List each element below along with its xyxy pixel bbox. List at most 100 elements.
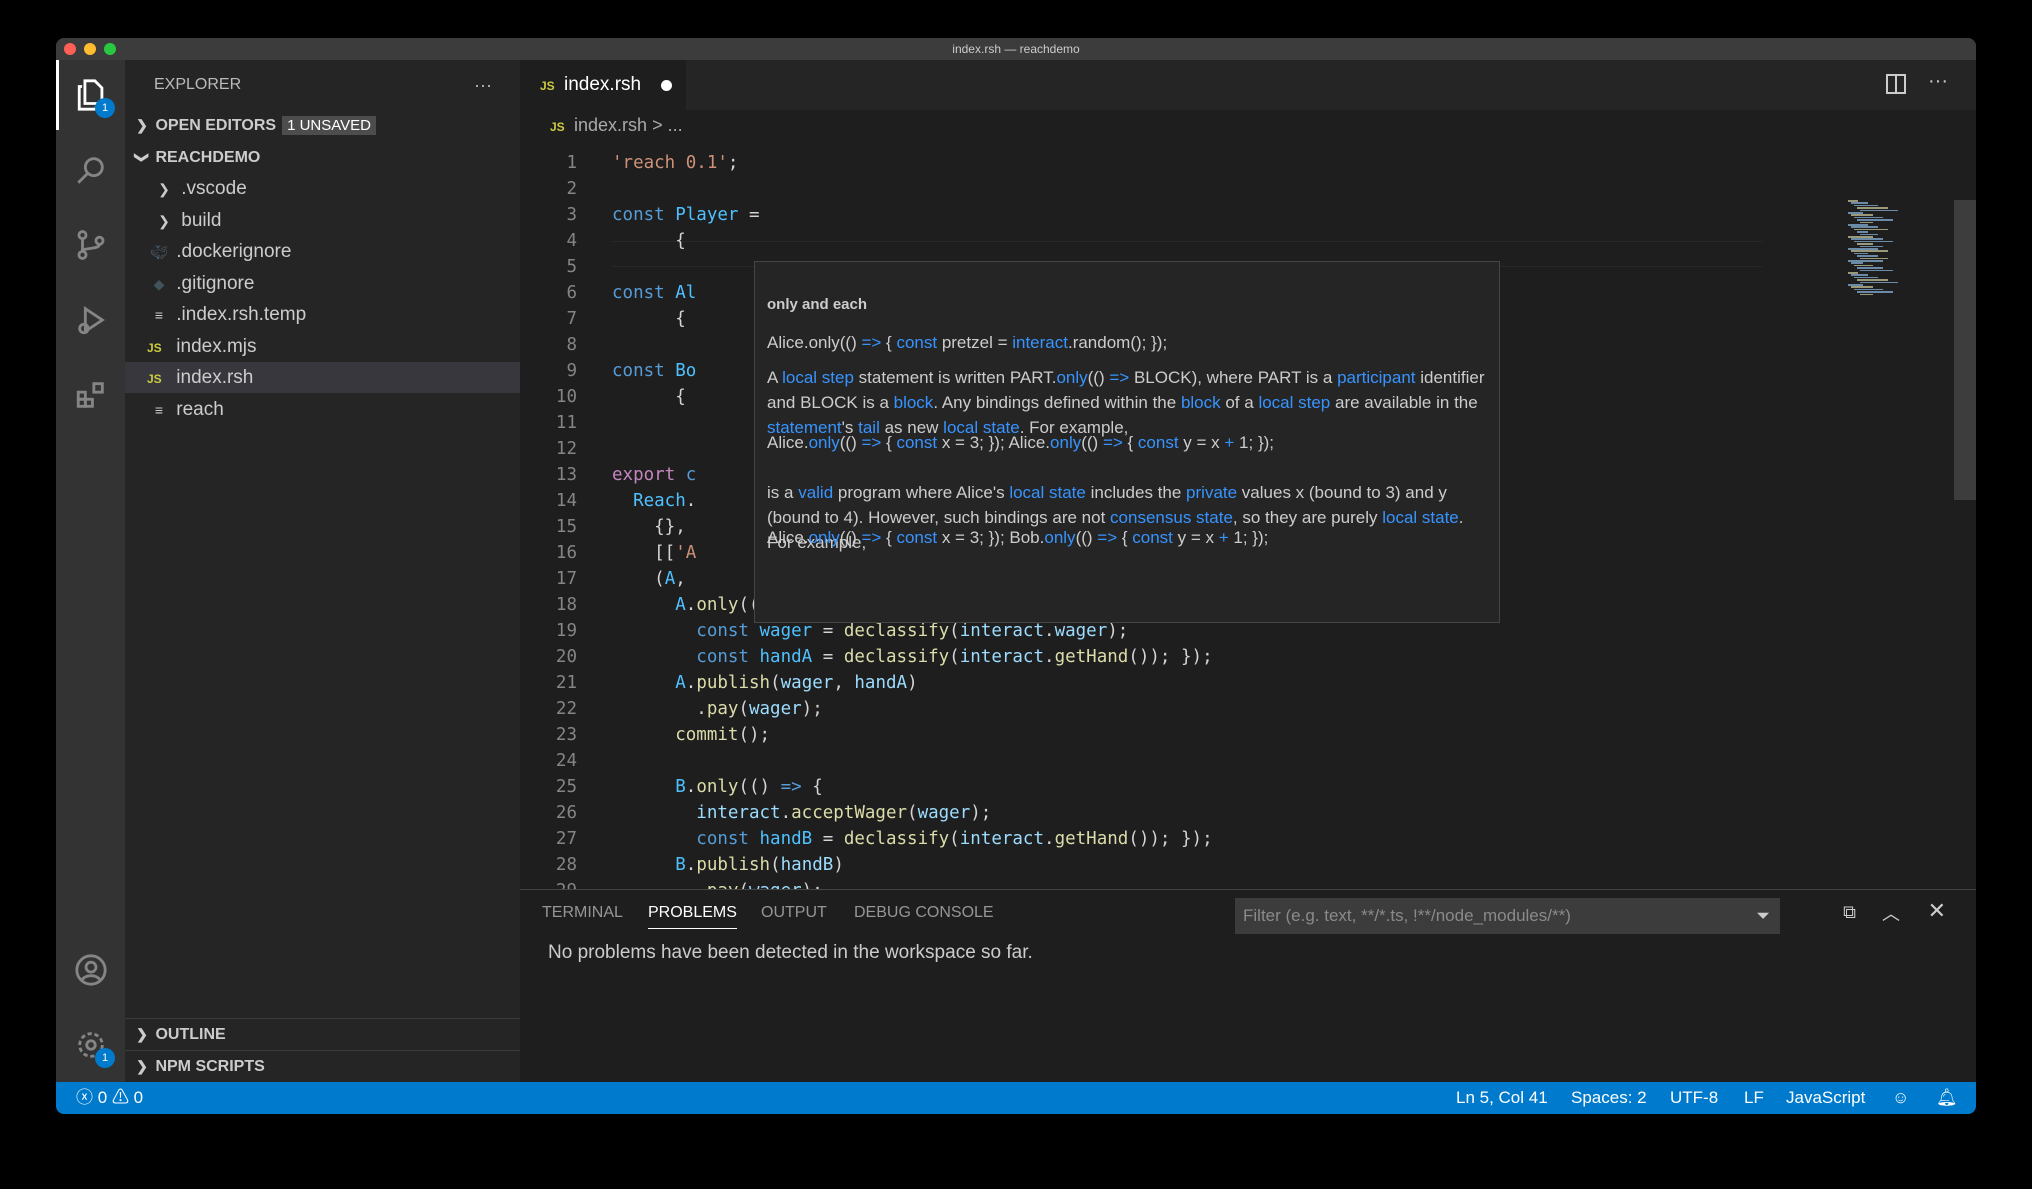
collapse-all-icon[interactable]: ⧉ <box>1843 902 1856 923</box>
line-number: 7 <box>566 309 577 329</box>
minimap[interactable] <box>1844 200 1954 300</box>
doc-link[interactable]: => <box>1109 368 1129 387</box>
doc-link[interactable]: const <box>896 433 937 452</box>
maximize-window-button[interactable] <box>104 43 116 55</box>
unsaved-dot-icon[interactable] <box>661 80 672 91</box>
doc-link[interactable]: participant <box>1337 368 1415 387</box>
settings-gear-icon[interactable]: 1 <box>56 1010 125 1080</box>
file-item[interactable]: JS index.rsh <box>125 362 520 393</box>
line-text: const Al <box>612 280 696 306</box>
close-panel-icon[interactable]: ✕ <box>1928 898 1946 924</box>
encoding[interactable]: UTF-8 <box>1670 1082 1718 1114</box>
doc-link[interactable]: => <box>1103 433 1123 452</box>
feedback-icon[interactable]: ☺ <box>1892 1082 1909 1114</box>
code-token: only <box>696 777 739 797</box>
file-item[interactable]: ❯ .vscode <box>125 173 520 204</box>
cursor-position[interactable]: Ln 5, Col 41 <box>1456 1082 1548 1114</box>
doc-link[interactable]: const <box>1138 433 1179 452</box>
editor-scrollbar[interactable] <box>1954 200 1976 500</box>
reachdemo-folder[interactable]: ❯ REACHDEMO <box>125 142 520 173</box>
doc-link[interactable]: + <box>1224 433 1234 452</box>
doc-link[interactable]: valid <box>798 483 833 502</box>
doc-link[interactable]: local step <box>1258 393 1330 412</box>
doc-link[interactable]: => <box>861 528 881 547</box>
code-line: 21 A.publish(wager, handA) <box>520 670 1920 696</box>
code-token: pay <box>707 881 739 889</box>
maximize-panel-icon[interactable]: ︿ <box>1882 900 1900 926</box>
close-window-button[interactable] <box>64 43 76 55</box>
file-item[interactable]: ❯ build <box>125 205 520 236</box>
minimap-line <box>1848 200 1858 202</box>
file-item[interactable]: ≡ reach <box>125 394 520 425</box>
doc-link[interactable]: only <box>809 528 840 547</box>
run-debug-icon[interactable] <box>56 285 125 355</box>
breadcrumb-file[interactable]: index.rsh <box>574 115 647 135</box>
code-line: 23 commit(); <box>520 722 1920 748</box>
doc-link[interactable]: local step <box>782 368 854 387</box>
panel-tab-terminal[interactable]: TERMINAL <box>542 904 623 922</box>
file-item[interactable]: ◆ .gitignore <box>125 268 520 299</box>
open-editors-section[interactable]: ❯ OPEN EDITORS 1 UNSAVED <box>125 110 520 141</box>
indentation[interactable]: Spaces: 2 <box>1571 1082 1647 1114</box>
doc-link[interactable]: only <box>1050 433 1081 452</box>
code-token: c <box>685 465 697 485</box>
file-item[interactable]: JS index.mjs <box>125 331 520 362</box>
tooltip-paragraph: A local step statement is written PART.o… <box>767 365 1489 440</box>
split-editor-icon[interactable] <box>1886 74 1906 94</box>
line-text: B.only(() => { <box>612 774 823 800</box>
problems-filter-input[interactable]: Filter (e.g. text, **/*.ts, !**/node_mod… <box>1235 898 1780 934</box>
line-text: { <box>612 228 686 254</box>
doc-text: .random(); }); <box>1067 333 1168 352</box>
language-mode[interactable]: JavaScript <box>1786 1082 1865 1114</box>
doc-link[interactable]: const <box>896 333 937 352</box>
file-item[interactable]: ≡ .index.rsh.temp <box>125 299 520 330</box>
breadcrumb-symbol[interactable]: ... <box>668 115 683 135</box>
doc-link[interactable]: => <box>861 333 881 352</box>
code-token: export <box>612 465 686 485</box>
problems-status[interactable]: ⓧ 0 ⚠ 0 <box>76 1082 143 1114</box>
code-line: 20 const handA = declassify(interact.get… <box>520 644 1920 670</box>
tab-index-rsh[interactable]: JS index.rsh <box>520 60 686 110</box>
doc-link[interactable]: private <box>1186 483 1237 502</box>
doc-link[interactable]: only <box>1044 528 1075 547</box>
line-number: 23 <box>555 725 577 745</box>
line-text: {}, <box>612 514 686 540</box>
source-control-icon[interactable] <box>56 210 125 280</box>
doc-link[interactable]: => <box>861 433 881 452</box>
doc-link[interactable]: const <box>896 528 937 547</box>
line-ending[interactable]: LF <box>1744 1082 1764 1114</box>
explorer-icon[interactable]: 1 <box>56 60 125 130</box>
doc-link[interactable]: block <box>1181 393 1221 412</box>
panel-tab-problems[interactable]: PROBLEMS <box>648 904 737 929</box>
doc-link[interactable]: + <box>1219 528 1229 547</box>
file-item[interactable]: 🐳︎ .dockerignore <box>125 236 520 267</box>
outline-section[interactable]: ❯ OUTLINE <box>125 1018 520 1049</box>
accounts-icon[interactable] <box>56 935 125 1005</box>
extensions-icon[interactable] <box>56 360 125 430</box>
npm-scripts-section[interactable]: ❯ NPM SCRIPTS <box>125 1050 520 1081</box>
doc-link[interactable]: interact <box>1012 333 1068 352</box>
code-token: ); <box>1107 621 1129 641</box>
doc-link[interactable]: block <box>894 393 934 412</box>
notifications-bell-icon[interactable]: 🔔︎ <box>1936 1082 1958 1114</box>
doc-link[interactable]: => <box>1097 528 1117 547</box>
doc-link[interactable]: const <box>1132 528 1173 547</box>
doc-link[interactable]: only <box>809 433 840 452</box>
tooltip-paragraph: Alice.only(() => { const x = 3; }); Bob.… <box>767 525 1489 550</box>
minimap-line <box>1854 252 1868 255</box>
error-icon: ⓧ <box>76 1088 93 1107</box>
code-token: . <box>612 699 707 719</box>
code-line: 1 'reach 0.1'; <box>520 150 1920 176</box>
panel-tab-output[interactable]: OUTPUT <box>761 904 827 922</box>
line-text: { <box>612 306 686 332</box>
search-icon[interactable] <box>56 135 125 205</box>
code-token: declassify <box>843 621 950 641</box>
more-actions-icon[interactable]: ··· <box>474 60 492 110</box>
doc-link[interactable]: only <box>1056 368 1087 387</box>
doc-link[interactable]: local state <box>1009 483 1086 502</box>
minimize-window-button[interactable] <box>84 43 96 55</box>
code-token: only <box>696 595 739 615</box>
panel-tab-debug-console[interactable]: DEBUG CONSOLE <box>854 904 994 922</box>
more-actions-icon[interactable]: ··· <box>1928 70 1948 93</box>
filter-icon[interactable]: ⏷ <box>1756 898 1770 934</box>
